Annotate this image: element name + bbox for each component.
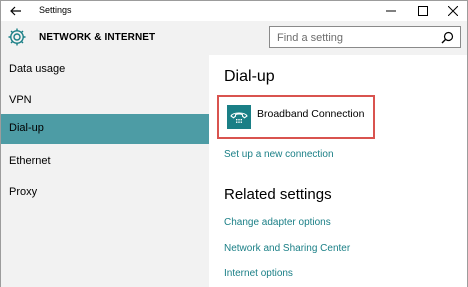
- main-content: Dial-up Broadband Connection Set up a ne…: [209, 55, 467, 287]
- title-bar: Settings: [1, 1, 467, 21]
- search-placeholder[interactable]: Find a setting: [277, 32, 343, 44]
- internet-options-link[interactable]: Internet options: [224, 268, 293, 279]
- back-arrow-icon: [10, 6, 21, 16]
- sidebar-item-label: Dial-up: [9, 122, 44, 134]
- settings-header: NETWORK & INTERNET Find a setting: [1, 21, 467, 55]
- section-title: NETWORK & INTERNET: [39, 32, 156, 43]
- back-button[interactable]: [5, 3, 27, 19]
- maximize-button[interactable]: [409, 1, 437, 21]
- minimize-button[interactable]: [377, 1, 405, 21]
- sidebar-item-ethernet[interactable]: Ethernet: [1, 147, 209, 177]
- sidebar-item-vpn[interactable]: VPN: [1, 86, 209, 116]
- close-button[interactable]: [439, 1, 467, 21]
- dialup-phone-icon: [230, 112, 248, 123]
- connection-tile: [227, 105, 251, 129]
- sidebar-item-label: Proxy: [9, 186, 38, 198]
- gear-icon: [8, 28, 26, 46]
- search-box[interactable]: Find a setting: [269, 26, 461, 48]
- search-icon[interactable]: [441, 31, 454, 44]
- sidebar-item-proxy[interactable]: Proxy: [1, 178, 209, 208]
- sidebar: Data usage VPN Dial-up Ethernet Proxy: [1, 55, 209, 287]
- window-title: Settings: [39, 5, 72, 15]
- close-icon: [448, 6, 458, 16]
- minimize-icon: [386, 10, 396, 12]
- sidebar-item-dial-up[interactable]: Dial-up: [1, 114, 209, 144]
- sidebar-item-label: Ethernet: [9, 155, 51, 167]
- page-title: Dial-up: [224, 68, 275, 85]
- broadband-connection-item[interactable]: Broadband Connection: [217, 95, 375, 139]
- settings-window: Settings NETWORK & INTERNET Find a setti…: [0, 0, 468, 287]
- sidebar-item-data-usage[interactable]: Data usage: [1, 55, 209, 85]
- setup-new-connection-link[interactable]: Set up a new connection: [224, 149, 334, 160]
- change-adapter-options-link[interactable]: Change adapter options: [224, 217, 331, 228]
- network-sharing-center-link[interactable]: Network and Sharing Center: [224, 243, 350, 254]
- maximize-icon: [418, 6, 428, 16]
- sidebar-item-label: VPN: [9, 94, 32, 106]
- connection-label: Broadband Connection: [257, 108, 365, 120]
- related-settings-heading: Related settings: [224, 186, 332, 203]
- sidebar-item-label: Data usage: [9, 63, 66, 75]
